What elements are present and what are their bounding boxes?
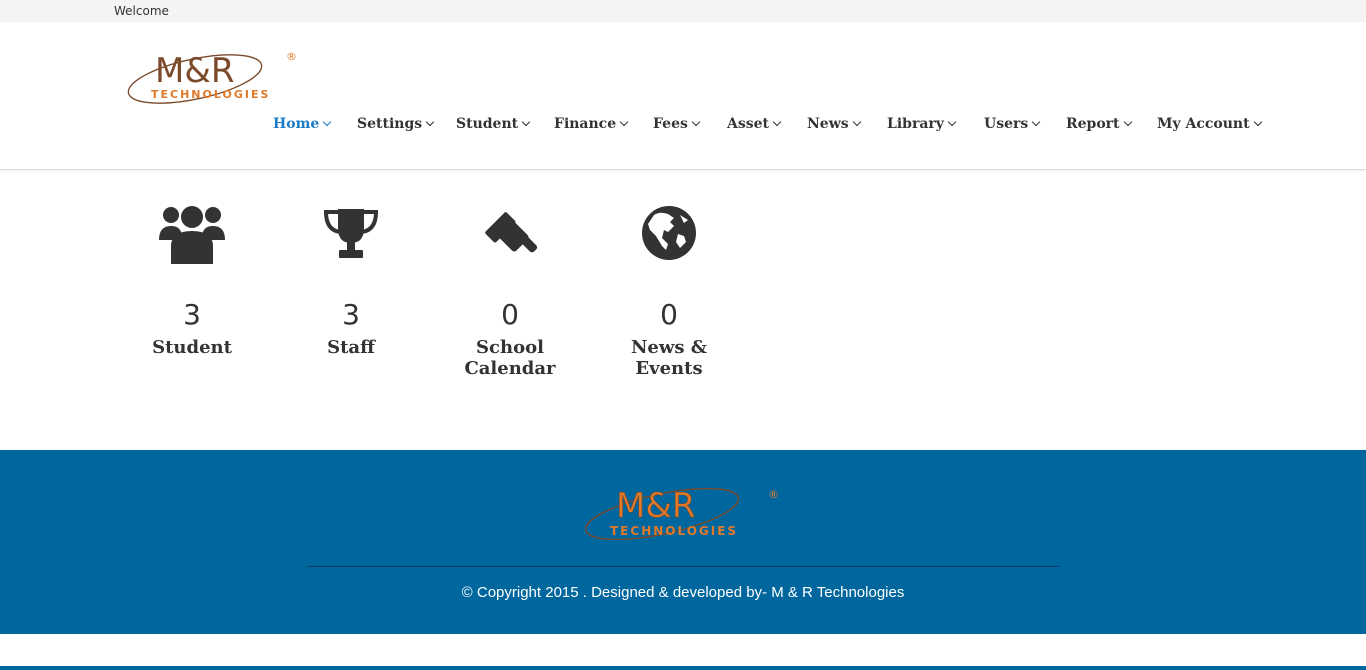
footer (0, 450, 1366, 634)
stat-student[interactable]: 3 Student (122, 198, 262, 358)
stat-student-label: Student (152, 337, 232, 358)
stat-school-calendar-label: School Calendar (464, 337, 556, 379)
copyright-text: © Copyright 2015 . Designed & developed … (461, 584, 905, 601)
chevron-down-icon (772, 117, 782, 127)
nav-finance-label: Finance (554, 116, 617, 132)
stat-staff-value: 3 (342, 298, 360, 331)
bottom-accent-line (0, 666, 1366, 670)
chevron-down-icon (521, 117, 531, 127)
nav-library-label: Library (887, 116, 944, 132)
footer-divider (307, 566, 1059, 567)
nav-home-label: Home (273, 116, 320, 132)
chevron-down-icon (425, 117, 435, 127)
nav-library[interactable]: Library (887, 116, 957, 132)
footer-logo-registered-mark: ® (768, 488, 779, 501)
bottom-strip (0, 634, 1366, 667)
trophy-icon (323, 209, 379, 258)
stat-student-value: 3 (183, 298, 201, 331)
nav-report-label: Report (1066, 116, 1120, 132)
stat-news-events[interactable]: 0 News & Events (599, 198, 739, 379)
chevron-down-icon (323, 117, 332, 127)
stat-school-calendar-value: 0 (501, 298, 519, 331)
brand-logo[interactable]: M&R TECHNOLOGIES ® (125, 46, 305, 106)
nav-fees-label: Fees (653, 116, 688, 132)
welcome-text: Welcome (114, 4, 169, 18)
nav-asset[interactable]: Asset (727, 116, 782, 132)
nav-settings[interactable]: Settings (357, 116, 435, 132)
nav-news-label: News (807, 116, 849, 132)
stat-news-events-label: News & Events (630, 337, 708, 379)
nav-settings-label: Settings (357, 116, 423, 132)
nav-report[interactable]: Report (1066, 116, 1132, 132)
chevron-down-icon (1123, 117, 1132, 127)
chevron-down-icon (1032, 117, 1041, 127)
logo-main-text: M&R (155, 51, 234, 91)
nav-users[interactable]: Users (984, 116, 1041, 132)
users-icon (159, 206, 225, 264)
stat-staff[interactable]: 3 Staff (281, 198, 421, 358)
gavel-icon (485, 212, 538, 253)
nav-home[interactable]: Home (273, 116, 332, 132)
footer-brand-logo[interactable]: M&R TECHNOLOGIES ® (580, 484, 785, 540)
globe-icon (642, 206, 696, 260)
logo-sub-text: TECHNOLOGIES (151, 88, 270, 101)
chevron-down-icon (852, 117, 861, 127)
nav-news[interactable]: News (807, 116, 861, 132)
nav-my-account-label: My Account (1157, 116, 1250, 132)
nav-users-label: Users (984, 116, 1029, 132)
stat-staff-label: Staff (327, 337, 375, 358)
nav-student[interactable]: Student (456, 116, 531, 132)
chevron-down-icon (1253, 117, 1262, 127)
stat-news-events-value: 0 (660, 298, 678, 331)
nav-asset-label: Asset (727, 116, 769, 132)
nav-fees[interactable]: Fees (653, 116, 701, 132)
logo-registered-mark: ® (286, 50, 297, 63)
nav-student-label: Student (456, 116, 519, 132)
chevron-down-icon (947, 117, 957, 127)
nav-finance[interactable]: Finance (554, 116, 629, 132)
footer-logo-sub-text: TECHNOLOGIES (610, 524, 738, 538)
top-bar: Welcome (0, 0, 1366, 22)
chevron-down-icon (619, 117, 629, 127)
footer-logo-main-text: M&R (616, 486, 695, 526)
stat-school-calendar[interactable]: 0 School Calendar (440, 198, 580, 379)
nav-my-account[interactable]: My Account (1157, 116, 1262, 132)
chevron-down-icon (691, 117, 701, 127)
